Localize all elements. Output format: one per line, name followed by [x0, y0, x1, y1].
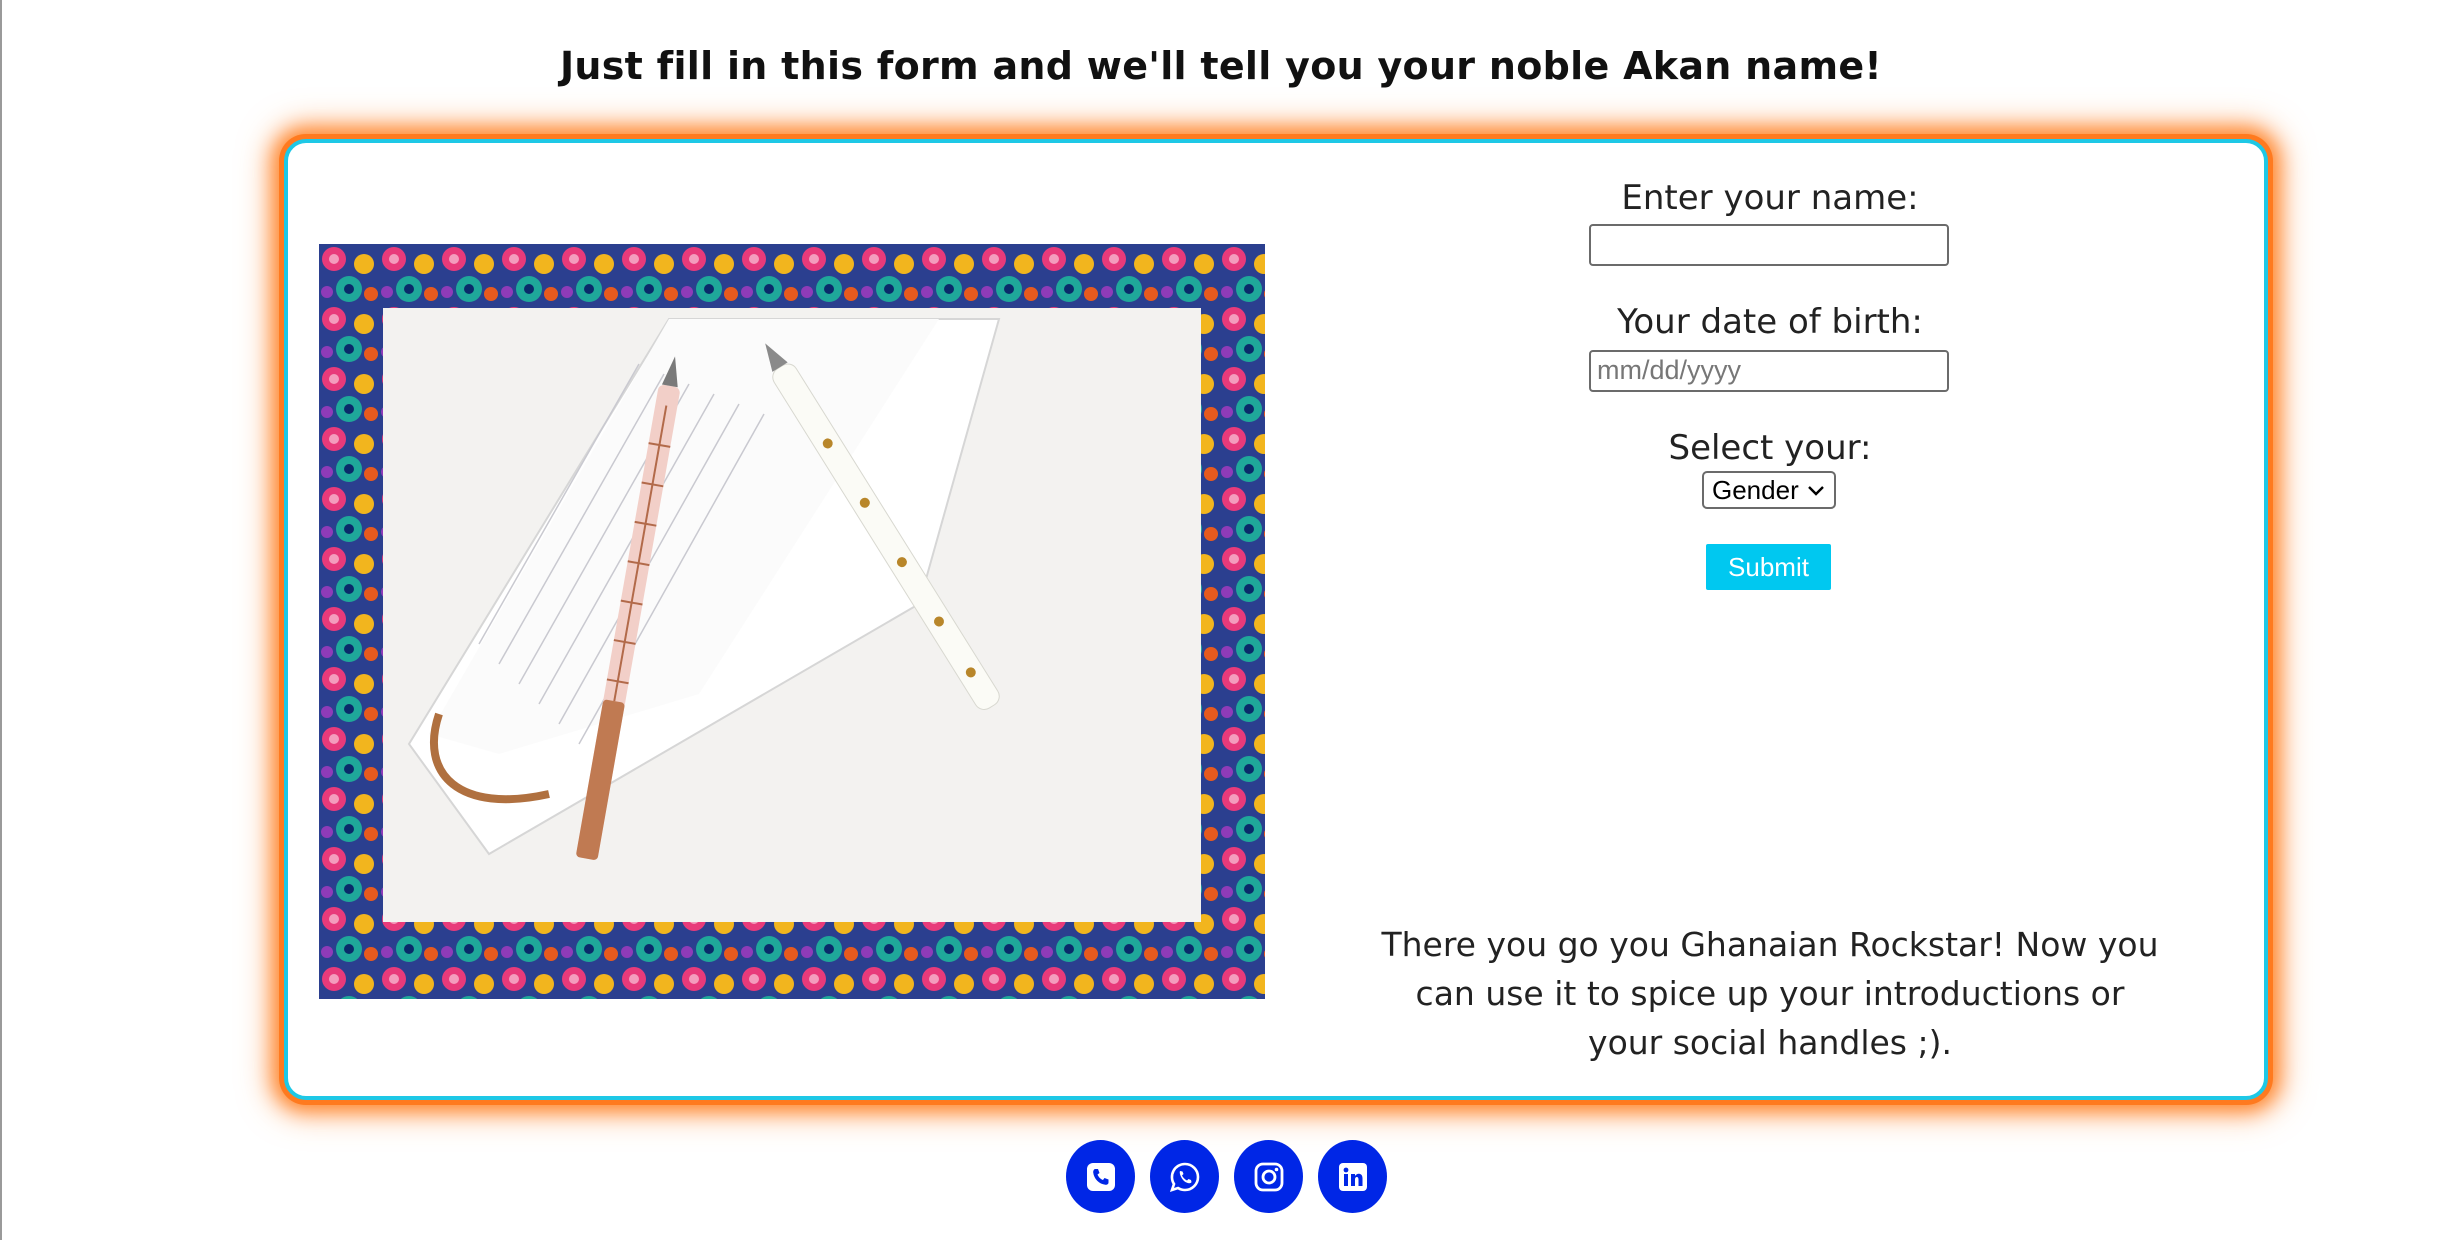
- instagram-icon: [1254, 1162, 1283, 1191]
- whatsapp-link[interactable]: [1150, 1140, 1219, 1213]
- dob-label: Your date of birth:: [1617, 302, 1923, 342]
- result-message: There you go you Ghanaian Rockstar! Now …: [1381, 925, 2159, 1062]
- chevron-down-icon: [1808, 486, 1824, 496]
- name-label: Enter your name:: [1621, 178, 1919, 218]
- gender-select-label: Select your:: [1668, 428, 1872, 468]
- submit-button[interactable]: Submit: [1706, 544, 1831, 590]
- linkedin-icon: [1338, 1162, 1367, 1191]
- dob-input[interactable]: mm/dd/yyyy: [1589, 350, 1949, 392]
- name-input[interactable]: [1589, 224, 1949, 266]
- gender-select-value: Gender: [1712, 474, 1799, 505]
- gender-select[interactable]: Gender: [1702, 471, 1836, 509]
- social-links: [1066, 1140, 1387, 1213]
- whatsapp-icon: [1169, 1162, 1199, 1192]
- notebook-photo: [319, 244, 1265, 999]
- linkedin-link[interactable]: [1318, 1140, 1387, 1213]
- window-edge: [0, 0, 2, 1240]
- instagram-link[interactable]: [1234, 1140, 1303, 1213]
- page-heading: Just fill in this form and we'll tell yo…: [559, 44, 1883, 88]
- phone-icon: [1086, 1162, 1115, 1191]
- phone-link[interactable]: [1066, 1140, 1135, 1213]
